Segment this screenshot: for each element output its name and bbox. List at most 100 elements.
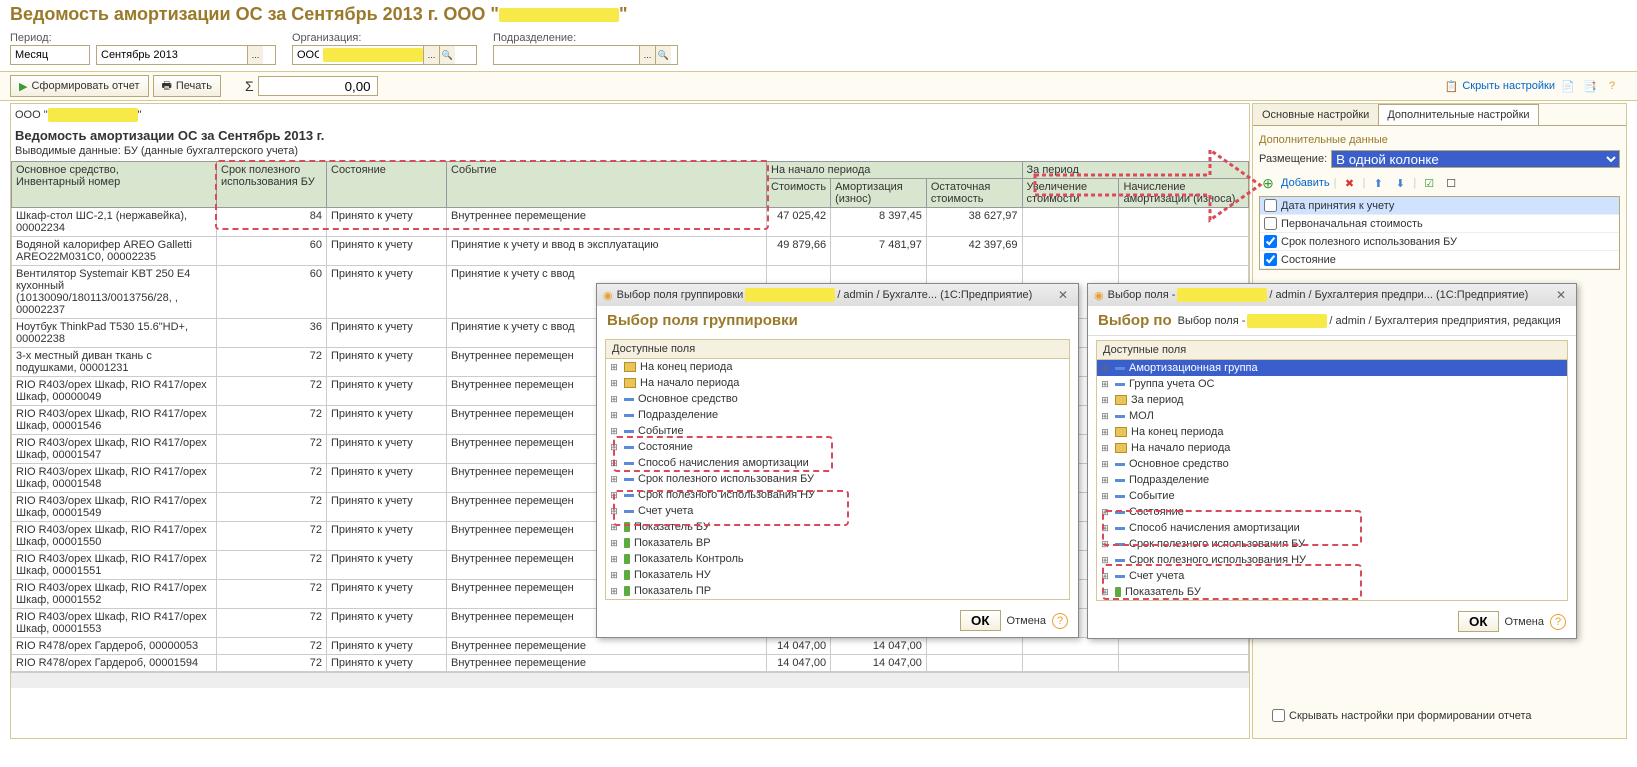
expand-icon[interactable]: ⊞ (1099, 491, 1111, 502)
expand-icon[interactable]: ⊞ (1099, 587, 1111, 598)
field-item[interactable]: ⊞Событие (1097, 488, 1567, 504)
field-item[interactable]: ⊞Состояние (606, 439, 1069, 455)
field-item[interactable]: ⊞За период (1097, 392, 1567, 408)
dialog2-close-icon[interactable]: ✕ (1552, 288, 1570, 302)
placement-select[interactable]: В одной колонке (1331, 150, 1620, 168)
dep-search-icon[interactable]: 🔍 (655, 46, 671, 64)
field-item[interactable]: ⊞Показатель БУ (1097, 584, 1567, 600)
expand-icon[interactable]: ⊞ (1099, 539, 1111, 550)
field-item[interactable]: ⊞МОЛ (1097, 408, 1567, 424)
field-item[interactable]: ⊞Счет учета (1097, 568, 1567, 584)
delete-icon[interactable]: ✖ (1340, 174, 1358, 192)
move-up-icon[interactable]: ⬆ (1369, 174, 1387, 192)
expand-icon[interactable]: ⊞ (608, 554, 620, 565)
expand-icon[interactable]: ⊞ (1099, 395, 1111, 406)
expand-icon[interactable]: ⊞ (608, 426, 620, 437)
dep-input[interactable]: ... 🔍 (493, 45, 678, 65)
field-item[interactable]: ⊞Показатель НУ (606, 567, 1069, 583)
hide-on-generate-checkbox[interactable] (1272, 709, 1285, 722)
check-item[interactable]: Состояние (1260, 251, 1619, 269)
field-item[interactable]: ⊞Срок полезного использования БУ (1097, 536, 1567, 552)
expand-icon[interactable]: ⊞ (608, 394, 620, 405)
field-item[interactable]: ⊞На начало периода (606, 375, 1069, 391)
expand-icon[interactable]: ⊞ (608, 490, 620, 501)
expand-icon[interactable]: ⊞ (608, 442, 620, 453)
field-item[interactable]: ⊞Состояние (1097, 504, 1567, 520)
dialog2-cancel-button[interactable]: Отмена (1505, 616, 1544, 628)
field-item[interactable]: ⊞Счет учета (606, 503, 1069, 519)
field-item[interactable]: ⊞Подразделение (606, 407, 1069, 423)
field-item[interactable]: ⊞На конец периода (1097, 424, 1567, 440)
tb-help-icon[interactable]: ? (1603, 77, 1621, 95)
expand-icon[interactable]: ⊞ (608, 410, 620, 421)
expand-icon[interactable]: ⊞ (1099, 507, 1111, 518)
uncheck-all-icon[interactable]: ☐ (1442, 174, 1460, 192)
tb-icon-1[interactable]: 📄 (1559, 77, 1577, 95)
expand-icon[interactable]: ⊞ (1099, 523, 1111, 534)
expand-icon[interactable]: ⊞ (1099, 411, 1111, 422)
expand-icon[interactable]: ⊞ (608, 522, 620, 533)
expand-icon[interactable]: ⊞ (608, 538, 620, 549)
hide-settings-link[interactable]: Скрыть настройки (1462, 80, 1555, 92)
dep-picker-icon[interactable]: ... (639, 46, 655, 64)
settings-sheet-icon[interactable]: 📋 (1445, 80, 1459, 93)
move-down-icon[interactable]: ⬇ (1391, 174, 1409, 192)
expand-icon[interactable]: ⊞ (1099, 459, 1111, 470)
dialog2-ok-button[interactable]: ОК (1458, 611, 1499, 632)
expand-icon[interactable]: ⊞ (608, 362, 620, 373)
field-item[interactable]: ⊞Срок полезного использования БУ (606, 471, 1069, 487)
dialog1-cancel-button[interactable]: Отмена (1007, 615, 1046, 627)
field-item[interactable]: ⊞Показатель ВР (606, 535, 1069, 551)
tb-icon-2[interactable]: 📑 (1581, 77, 1599, 95)
expand-icon[interactable]: ⊞ (1099, 475, 1111, 486)
expand-icon[interactable]: ⊞ (608, 458, 620, 469)
tab-main-settings[interactable]: Основные настройки (1253, 104, 1378, 125)
expand-icon[interactable]: ⊞ (608, 378, 620, 389)
table-row[interactable]: RIO R478/орех Гардероб, 0000005372Принят… (12, 638, 1249, 655)
period-value-input[interactable]: ... (96, 45, 276, 65)
expand-icon[interactable]: ⊞ (1099, 555, 1111, 566)
h-scrollbar[interactable] (11, 672, 1249, 688)
dialog2-help-icon[interactable]: ? (1550, 614, 1566, 630)
expand-icon[interactable]: ⊞ (1099, 363, 1111, 374)
expand-icon[interactable]: ⊞ (1099, 571, 1111, 582)
table-row[interactable]: RIO R478/орех Гардероб, 0000159472Принят… (12, 655, 1249, 672)
field-item[interactable]: ⊞Срок полезного использования НУ (1097, 552, 1567, 568)
dialog1-help-icon[interactable]: ? (1052, 613, 1068, 629)
field-item[interactable]: ⊞Событие (606, 423, 1069, 439)
check-item[interactable]: Дата принятия к учету (1260, 197, 1619, 215)
check-item[interactable]: Срок полезного использования БУ (1260, 233, 1619, 251)
field-item[interactable]: ⊞Группа учета ОС (1097, 376, 1567, 392)
field-item[interactable]: ⊞Показатель БУ (606, 519, 1069, 535)
period-picker-icon[interactable]: ... (247, 46, 263, 64)
field-item[interactable]: ⊞Подразделение (1097, 472, 1567, 488)
expand-icon[interactable]: ⊞ (1099, 443, 1111, 454)
field-item[interactable]: ⊞Показатель Контроль (606, 551, 1069, 567)
generate-button[interactable]: ▶ Сформировать отчет (10, 75, 149, 97)
org-search-icon[interactable]: 🔍 (439, 46, 455, 64)
field-item[interactable]: ⊞Срок полезного использования НУ (606, 487, 1069, 503)
expand-icon[interactable]: ⊞ (608, 586, 620, 597)
check-all-icon[interactable]: ☑ (1420, 174, 1438, 192)
field-item[interactable]: ⊞Основное средство (1097, 456, 1567, 472)
expand-icon[interactable]: ⊞ (1099, 379, 1111, 390)
field-item[interactable]: ⊞Основное средство (606, 391, 1069, 407)
field-item[interactable]: ⊞Способ начисления амортизации (606, 455, 1069, 471)
add-link[interactable]: Добавить (1281, 177, 1330, 189)
field-item[interactable]: ⊞Амортизационная группа (1097, 360, 1567, 376)
period-type-input[interactable]: ... (10, 45, 90, 65)
org-input[interactable]: ... 🔍 (292, 45, 477, 65)
dialog1-close-icon[interactable]: ✕ (1054, 288, 1072, 302)
field-item[interactable]: ⊞Способ начисления амортизации (1097, 520, 1567, 536)
expand-icon[interactable]: ⊞ (608, 474, 620, 485)
org-picker-icon[interactable]: ... (423, 46, 439, 64)
sum-input[interactable] (258, 76, 378, 96)
field-item[interactable]: ⊞На конец периода (606, 359, 1069, 375)
check-item[interactable]: Первоначальная стоимость (1260, 215, 1619, 233)
expand-icon[interactable]: ⊞ (608, 506, 620, 517)
add-button[interactable]: ⊕ (1259, 174, 1277, 192)
expand-icon[interactable]: ⊞ (608, 570, 620, 581)
field-item[interactable]: ⊞Показатель ПР (606, 583, 1069, 599)
table-row[interactable]: Водяной калорифер AREO Galletti AREO22M0… (12, 237, 1249, 266)
table-row[interactable]: Шкаф-стол ШС-2,1 (нержавейка), 000022348… (12, 208, 1249, 237)
